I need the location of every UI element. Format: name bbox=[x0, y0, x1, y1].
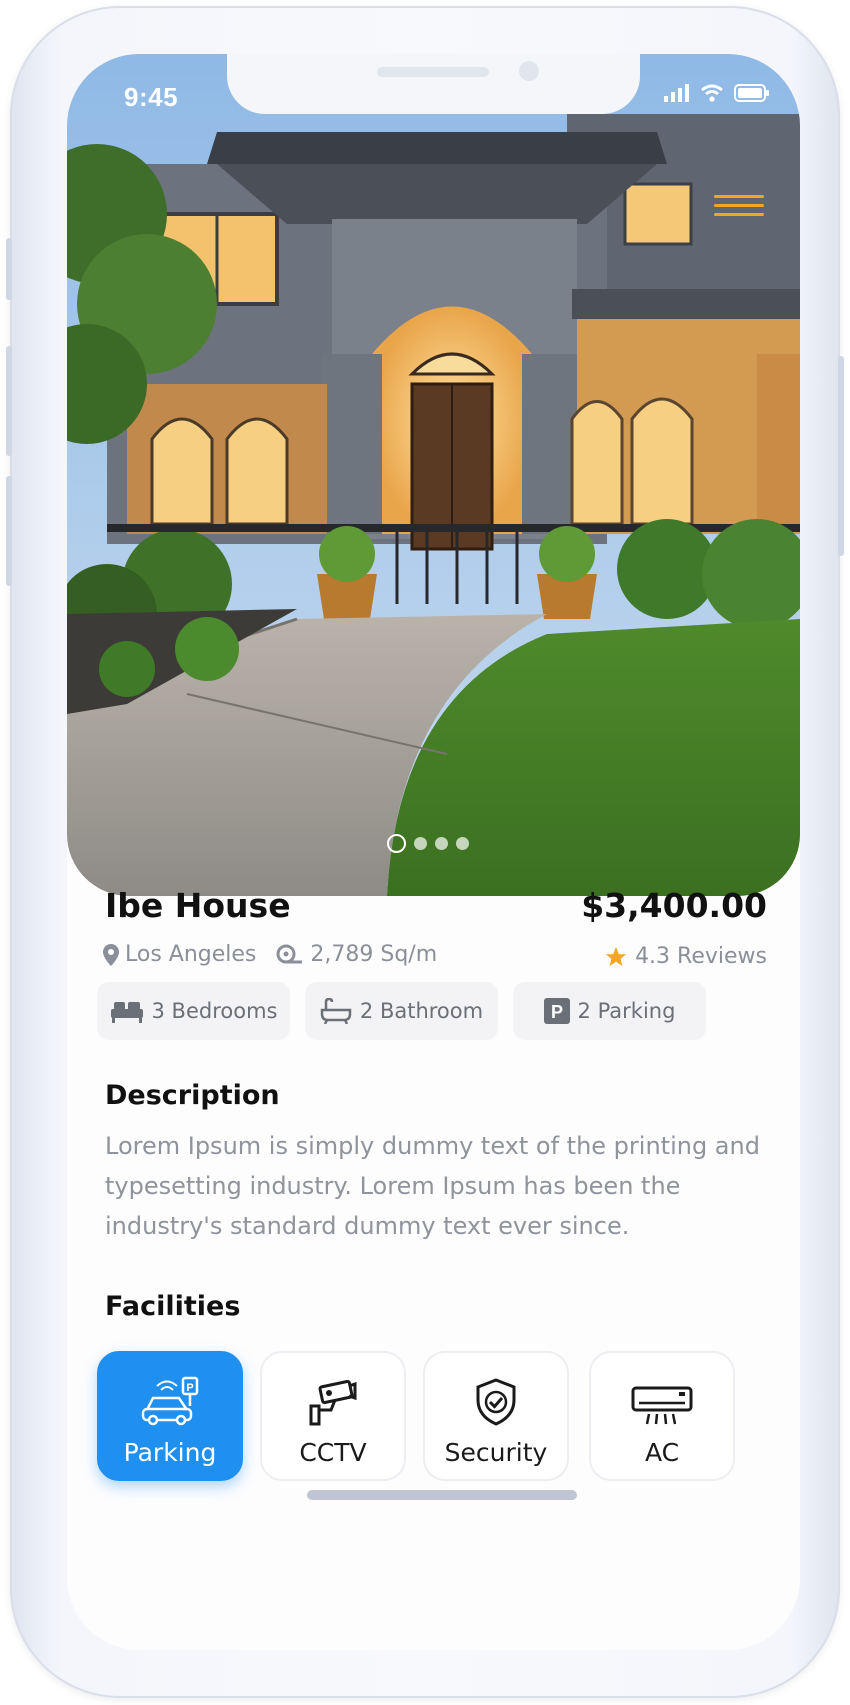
feature-chip-parking: P 2 Parking bbox=[513, 982, 706, 1040]
location-pin-icon bbox=[103, 943, 119, 966]
screen: 9:45 Ibe House $3,400.00 Los Angeles 2,7… bbox=[67, 54, 800, 1650]
svg-text:P: P bbox=[551, 1002, 563, 1022]
rating[interactable]: 4.3 Reviews bbox=[605, 944, 767, 969]
carousel-indicator bbox=[387, 834, 469, 853]
area-measure-icon bbox=[276, 944, 303, 963]
volume-down-button bbox=[6, 476, 12, 586]
front-camera bbox=[519, 61, 539, 81]
description-text: Lorem Ipsum is simply dummy text of the … bbox=[105, 1132, 760, 1240]
device-notch bbox=[227, 54, 640, 114]
facility-parking[interactable]: P Parking bbox=[97, 1351, 243, 1481]
property-title: Ibe House bbox=[105, 886, 291, 925]
area-text: 2,789 Sq/m bbox=[310, 942, 438, 967]
car-parking-icon: P bbox=[141, 1376, 199, 1426]
carousel-dot-active[interactable] bbox=[387, 834, 406, 853]
facility-label: CCTV bbox=[299, 1438, 367, 1467]
facility-ac[interactable]: AC bbox=[589, 1351, 735, 1481]
property-photo[interactable]: 9:45 bbox=[67, 54, 800, 896]
rating-text: 4.3 Reviews bbox=[635, 944, 767, 969]
feature-chip-bathroom: 2 Bathroom bbox=[305, 982, 498, 1040]
hamburger-menu-icon[interactable] bbox=[714, 189, 764, 222]
bathtub-icon bbox=[320, 998, 352, 1024]
carousel-dot[interactable] bbox=[456, 837, 469, 850]
feature-label: 3 Bedrooms bbox=[151, 999, 278, 1023]
air-conditioner-icon bbox=[631, 1386, 693, 1425]
facility-label: AC bbox=[644, 1438, 680, 1467]
wifi-icon bbox=[701, 84, 723, 102]
feature-label: 2 Parking bbox=[577, 999, 676, 1023]
location-text: Los Angeles bbox=[125, 942, 257, 967]
speaker-grille bbox=[377, 67, 489, 77]
feature-chip-bedrooms: 3 Bedrooms bbox=[97, 982, 290, 1040]
signal-icon bbox=[664, 84, 689, 102]
facility-label: Security bbox=[444, 1438, 548, 1467]
battery-icon bbox=[734, 84, 769, 102]
house-illustration bbox=[67, 54, 800, 896]
property-price: $3,400.00 bbox=[581, 886, 767, 925]
description-heading: Description bbox=[105, 1080, 280, 1111]
carousel-dot[interactable] bbox=[414, 837, 427, 850]
parking-icon: P bbox=[543, 998, 570, 1024]
volume-up-button bbox=[6, 346, 12, 456]
bed-icon bbox=[110, 1002, 143, 1023]
property-meta: Los Angeles 2,789 Sq/m bbox=[103, 942, 437, 967]
power-button bbox=[838, 356, 844, 556]
carousel-dot[interactable] bbox=[435, 837, 448, 850]
facility-cctv[interactable]: CCTV bbox=[260, 1351, 406, 1481]
facility-security[interactable]: Security bbox=[423, 1351, 569, 1481]
shield-check-icon bbox=[476, 1378, 516, 1426]
svg-text:P: P bbox=[186, 1382, 193, 1394]
feature-label: 2 Bathroom bbox=[359, 999, 484, 1023]
phone-frame: 9:45 Ibe House $3,400.00 Los Angeles 2,7… bbox=[6, 6, 844, 1698]
facility-label: Parking bbox=[123, 1438, 217, 1467]
star-icon bbox=[605, 946, 627, 966]
home-indicator[interactable] bbox=[307, 1490, 577, 1500]
status-time: 9:45 bbox=[124, 82, 179, 112]
status-icons bbox=[664, 84, 770, 102]
facilities-heading: Facilities bbox=[105, 1291, 241, 1322]
cctv-camera-icon bbox=[309, 1380, 357, 1426]
silent-switch bbox=[6, 238, 12, 300]
